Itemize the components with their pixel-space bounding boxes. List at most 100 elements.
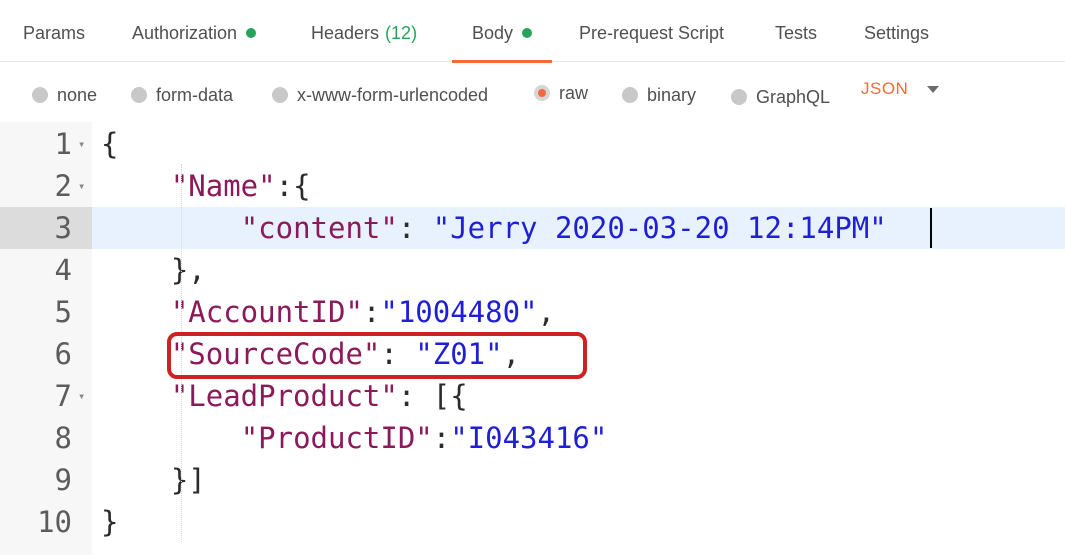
json-string: "1004480" — [380, 295, 538, 329]
request-tabs: Params Authorization Headers (12) Body Pr… — [0, 0, 1065, 63]
line-bg — [92, 123, 1065, 165]
radio-icon — [731, 89, 747, 105]
mode-label: raw — [559, 83, 589, 103]
mode-label: form-data — [156, 85, 234, 105]
fold-toggle-icon[interactable]: ▾ — [78, 123, 85, 165]
json-punctuation — [101, 211, 241, 245]
json-punctuation: :{ — [275, 169, 311, 203]
json-punctuation — [101, 379, 171, 413]
radio-selected-icon — [534, 85, 550, 101]
tab-params[interactable]: Params — [23, 0, 85, 62]
json-punctuation: : — [432, 421, 451, 455]
tab-label: Tests — [775, 23, 818, 43]
mode-label: binary — [647, 85, 697, 105]
tab-headers[interactable]: Headers (12) — [311, 0, 417, 62]
radio-icon — [622, 87, 638, 103]
tab-body[interactable]: Body — [452, 0, 553, 63]
code-line[interactable]: 1 ▾ { — [0, 123, 1065, 165]
mode-graphql-radio[interactable]: GraphQL — [731, 85, 830, 109]
json-string: "I043416" — [450, 421, 608, 455]
json-punctuation: { — [101, 127, 119, 161]
code-text: { — [101, 123, 118, 165]
format-dropdown[interactable]: JSON — [861, 79, 908, 99]
line-number: 2 — [54, 169, 72, 203]
code-line[interactable]: 10} — [0, 501, 1065, 543]
json-punctuation: }, — [101, 253, 206, 287]
code-text: "content": "Jerry 2020-03-20 12:14PM" — [101, 207, 887, 249]
code-text: }] — [101, 459, 206, 501]
json-key: "Name" — [170, 169, 276, 203]
json-key: "content" — [240, 211, 398, 245]
json-key: "LeadProduct" — [170, 379, 398, 413]
text-cursor — [930, 208, 932, 248]
line-number: 1 — [54, 127, 72, 161]
line-number: 5 — [54, 295, 72, 329]
fold-toggle-icon[interactable]: ▾ — [78, 375, 85, 417]
tab-label: Pre-request Script — [579, 23, 725, 43]
code-text: "AccountID":"1004480", — [101, 291, 555, 333]
code-editor[interactable]: 1 ▾{2 ▾ "Name":{3 "content": "Jerry 2020-0… — [0, 122, 1065, 555]
tab-label: Params — [23, 23, 86, 43]
mode-label: none — [57, 85, 98, 105]
status-dot-icon — [246, 28, 257, 38]
mode-urlencoded-radio[interactable]: x-www-form-urlencoded — [272, 83, 488, 107]
code-line[interactable]: 9 }] — [0, 459, 1065, 501]
tab-label: Authorization — [132, 23, 238, 43]
mode-form-data-radio[interactable]: form-data — [131, 83, 233, 107]
code-line[interactable]: 4 }, — [0, 249, 1065, 291]
tab-label: Headers — [311, 23, 380, 43]
code-line[interactable]: 2 ▾ "Name":{ — [0, 165, 1065, 207]
json-punctuation — [101, 295, 171, 329]
line-bg — [92, 249, 1065, 291]
tab-pre-request-script[interactable]: Pre-request Script — [579, 0, 724, 62]
annotation-highlight-box — [167, 332, 587, 379]
code-text: "LeadProduct": [{ — [101, 375, 468, 417]
json-punctuation: : [{ — [397, 379, 468, 413]
code-line[interactable]: 8 "ProductID":"I043416" — [0, 417, 1065, 459]
line-bg — [92, 501, 1065, 543]
code-line[interactable]: 5 "AccountID":"1004480", — [0, 291, 1065, 333]
json-punctuation: } — [101, 505, 119, 539]
mode-binary-radio[interactable]: binary — [622, 83, 696, 107]
json-punctuation: }] — [101, 463, 206, 497]
radio-icon — [32, 87, 48, 103]
line-number: 9 — [54, 463, 72, 497]
json-punctuation — [101, 421, 241, 455]
code-text: }, — [101, 249, 206, 291]
radio-icon — [131, 87, 147, 103]
mode-none-radio[interactable]: none — [32, 83, 97, 107]
json-punctuation: : — [397, 211, 433, 245]
mode-label: GraphQL — [756, 87, 831, 107]
headers-count-badge: (12) — [385, 23, 418, 43]
code-text: "Name":{ — [101, 165, 311, 207]
code-text: } — [101, 501, 118, 543]
json-string: "Jerry 2020-03-20 12:14PM" — [432, 211, 887, 245]
line-number: 10 — [37, 505, 72, 539]
tab-label: Settings — [864, 23, 930, 43]
code-line[interactable]: 7 ▾ "LeadProduct": [{ — [0, 375, 1065, 417]
mode-label: x-www-form-urlencoded — [297, 85, 489, 105]
json-key: "AccountID" — [170, 295, 363, 329]
json-punctuation — [101, 337, 171, 371]
code-text: "ProductID":"I043416" — [101, 417, 608, 459]
radio-icon — [272, 87, 288, 103]
tab-tests[interactable]: Tests — [775, 0, 817, 62]
tab-settings[interactable]: Settings — [864, 0, 929, 62]
line-number: 6 — [54, 337, 72, 371]
json-key: "ProductID" — [240, 421, 433, 455]
tab-authorization[interactable]: Authorization — [132, 0, 257, 62]
fold-toggle-icon[interactable]: ▾ — [78, 165, 85, 207]
status-dot-icon — [522, 28, 533, 38]
json-punctuation: : — [362, 295, 381, 329]
line-number: 8 — [54, 421, 72, 455]
line-number: 3 — [54, 211, 72, 245]
line-number: 7 — [54, 379, 72, 413]
json-punctuation — [101, 169, 171, 203]
mode-raw-radio[interactable]: raw — [534, 81, 588, 105]
tab-label: Body — [472, 23, 514, 43]
chevron-down-icon[interactable] — [927, 86, 939, 93]
code-line[interactable]: 3 "content": "Jerry 2020-03-20 12:14PM" — [0, 207, 1065, 249]
json-punctuation: , — [537, 295, 555, 329]
line-bg — [92, 459, 1065, 501]
line-number: 4 — [54, 253, 72, 287]
